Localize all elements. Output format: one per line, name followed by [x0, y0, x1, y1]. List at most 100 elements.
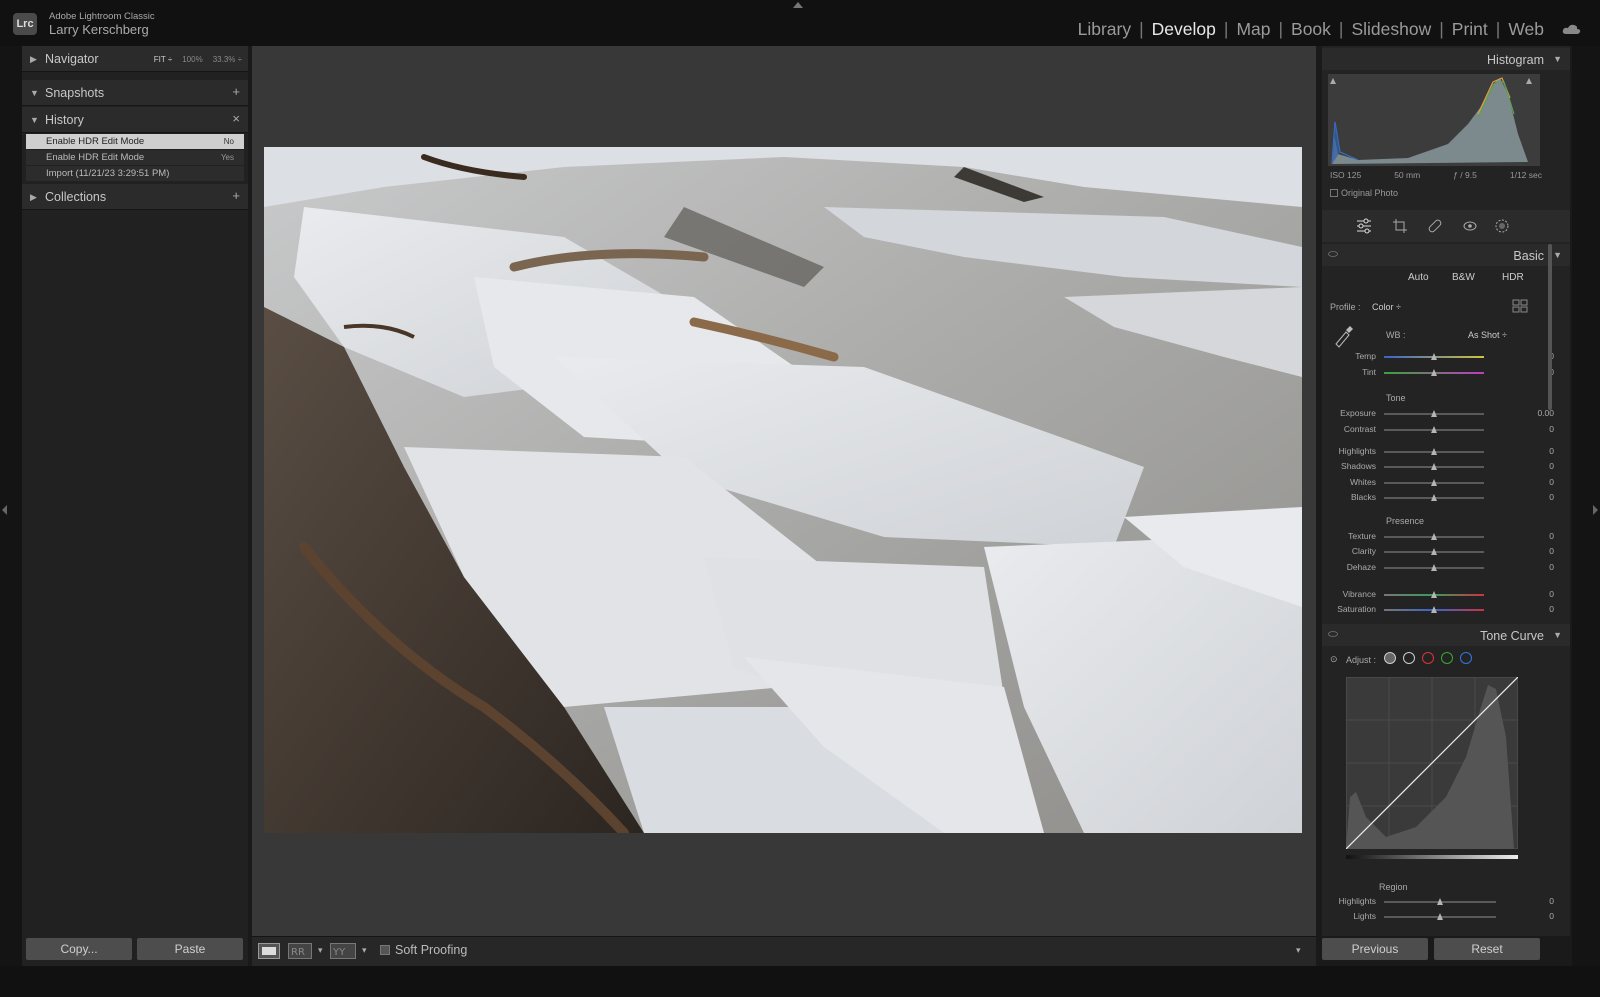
original-photo-toggle[interactable]: Original Photo — [1330, 188, 1398, 198]
toolbar-menu-icon[interactable]: ▾ — [1296, 945, 1301, 956]
slider-thumb[interactable] — [1430, 533, 1437, 540]
slider-value[interactable]: 0 — [1549, 589, 1554, 599]
split-dropdown-icon[interactable]: ▾ — [362, 945, 367, 956]
module-slideshow[interactable]: Slideshow — [1351, 19, 1431, 40]
slider-saturation[interactable]: Saturation 0 — [1322, 604, 1570, 618]
zoom-fit[interactable]: FIT ÷ — [154, 55, 172, 64]
panel-visibility-icon[interactable] — [1328, 251, 1338, 257]
right-panel-scrollbar[interactable] — [1548, 244, 1552, 410]
slider-track[interactable] — [1384, 564, 1484, 571]
slider-vibrance[interactable]: Vibrance 0 — [1322, 589, 1570, 603]
slider-contrast[interactable]: Contrast 0 — [1322, 424, 1570, 438]
target-adjust-icon[interactable]: ⊙ — [1330, 654, 1338, 665]
module-web[interactable]: Web — [1508, 19, 1544, 40]
cloud-sync-icon[interactable] — [1562, 24, 1582, 35]
slider-texture[interactable]: Texture 0 — [1322, 531, 1570, 545]
module-library[interactable]: Library — [1078, 19, 1132, 40]
slider-thumb[interactable] — [1430, 410, 1437, 417]
slider-thumb[interactable] — [1430, 479, 1437, 486]
slider-track[interactable] — [1384, 591, 1484, 598]
slider-value[interactable]: 0 — [1549, 911, 1554, 921]
slider-thumb[interactable] — [1430, 548, 1437, 555]
red-eye-icon[interactable] — [1462, 218, 1478, 234]
profile-select[interactable]: Color ÷ — [1372, 302, 1401, 312]
snapshots-header[interactable]: ▼ Snapshots + — [22, 80, 248, 106]
slider-track[interactable] — [1384, 410, 1484, 417]
slider-thumb[interactable] — [1430, 426, 1437, 433]
slider-value[interactable]: 0 — [1549, 546, 1554, 556]
bw-button[interactable]: B&W — [1452, 272, 1475, 283]
loupe-view-icon[interactable] — [258, 943, 280, 959]
slider-tint[interactable]: Tint0 — [1322, 367, 1570, 381]
history-header[interactable]: ▼ History × — [22, 107, 248, 133]
slider-value[interactable]: 0.00 — [1537, 408, 1554, 418]
slider-shadows[interactable]: Shadows 0 — [1322, 461, 1570, 475]
slider-track[interactable] — [1384, 426, 1484, 433]
slider-temp[interactable]: Temp0 — [1322, 351, 1570, 365]
paste-button[interactable]: Paste — [137, 938, 243, 960]
slider-value[interactable]: 0 — [1549, 562, 1554, 572]
slider-thumb[interactable] — [1436, 913, 1443, 920]
histogram-graph[interactable] — [1328, 74, 1540, 166]
crop-icon[interactable] — [1392, 218, 1408, 234]
masking-icon[interactable] — [1494, 218, 1510, 234]
slider-value[interactable]: 0 — [1549, 461, 1554, 471]
previous-button[interactable]: Previous — [1322, 938, 1428, 960]
basic-header[interactable]: Basic ▼ — [1322, 244, 1570, 266]
slider-clarity[interactable]: Clarity 0 — [1322, 546, 1570, 560]
curve-channel-selector[interactable] — [1382, 651, 1478, 665]
module-book[interactable]: Book — [1291, 19, 1331, 40]
module-print[interactable]: Print — [1452, 19, 1488, 40]
slider-track[interactable] — [1384, 606, 1484, 613]
auto-button[interactable]: Auto — [1408, 272, 1429, 283]
slider-track[interactable] — [1384, 369, 1484, 376]
slider-thumb[interactable] — [1430, 369, 1437, 376]
navigator-header[interactable]: ▶ Navigator FIT ÷ 100% 33.3% ÷ — [22, 46, 248, 72]
panel-visibility-icon[interactable] — [1328, 631, 1338, 637]
reset-button[interactable]: Reset — [1434, 938, 1540, 960]
slider-track[interactable] — [1384, 913, 1496, 920]
collapse-top-icon[interactable] — [793, 2, 803, 8]
add-collection-icon[interactable]: + — [232, 188, 240, 203]
slider-track[interactable] — [1384, 479, 1484, 486]
slider-highlights[interactable]: Highlights 0 — [1322, 446, 1570, 460]
slider-highlights[interactable]: Highlights 0 — [1322, 896, 1570, 910]
slider-value[interactable]: 0 — [1549, 424, 1554, 434]
left-panel-toggle[interactable] — [0, 46, 22, 966]
history-item[interactable]: Enable HDR Edit Mode Yes — [26, 150, 244, 165]
module-map[interactable]: Map — [1236, 19, 1270, 40]
slider-thumb[interactable] — [1430, 591, 1437, 598]
slider-thumb[interactable] — [1436, 898, 1443, 905]
slider-lights[interactable]: Lights 0 — [1322, 911, 1570, 925]
clear-history-icon[interactable]: × — [232, 111, 240, 126]
tone-curve-graph[interactable] — [1346, 677, 1518, 849]
slider-exposure[interactable]: Exposure 0.00 — [1322, 408, 1570, 422]
slider-dehaze[interactable]: Dehaze 0 — [1322, 562, 1570, 576]
slider-value[interactable]: 0 — [1549, 492, 1554, 502]
slider-blacks[interactable]: Blacks 0 — [1322, 492, 1570, 506]
slider-track[interactable] — [1384, 463, 1484, 470]
slider-thumb[interactable] — [1430, 353, 1437, 360]
slider-track[interactable] — [1384, 898, 1496, 905]
slider-track[interactable] — [1384, 533, 1484, 540]
history-item[interactable]: Import (11/21/23 3:29:51 PM) — [26, 166, 244, 181]
before-after-icon[interactable]: RR — [288, 943, 312, 959]
slider-whites[interactable]: Whites 0 — [1322, 477, 1570, 491]
zoom-100[interactable]: 100% — [182, 55, 202, 64]
slider-track[interactable] — [1384, 353, 1484, 360]
copy-button[interactable]: Copy... — [26, 938, 132, 960]
slider-value[interactable]: 0 — [1549, 477, 1554, 487]
history-item[interactable]: Enable HDR Edit Mode No — [26, 134, 244, 149]
before-after-split-icon[interactable]: YY — [330, 943, 356, 959]
curve-split-slider[interactable] — [1346, 855, 1518, 859]
photo-preview[interactable] — [264, 147, 1302, 833]
edit-sliders-icon[interactable] — [1356, 218, 1372, 234]
slider-thumb[interactable] — [1430, 564, 1437, 571]
before-after-dropdown-icon[interactable]: ▾ — [318, 945, 323, 956]
slider-value[interactable]: 0 — [1549, 446, 1554, 456]
wb-select[interactable]: As Shot ÷ — [1468, 330, 1507, 340]
slider-value[interactable]: 0 — [1549, 604, 1554, 614]
hdr-button[interactable]: HDR — [1502, 272, 1524, 283]
profile-browser-icon[interactable] — [1512, 299, 1528, 313]
soft-proofing-checkbox[interactable] — [380, 945, 390, 955]
